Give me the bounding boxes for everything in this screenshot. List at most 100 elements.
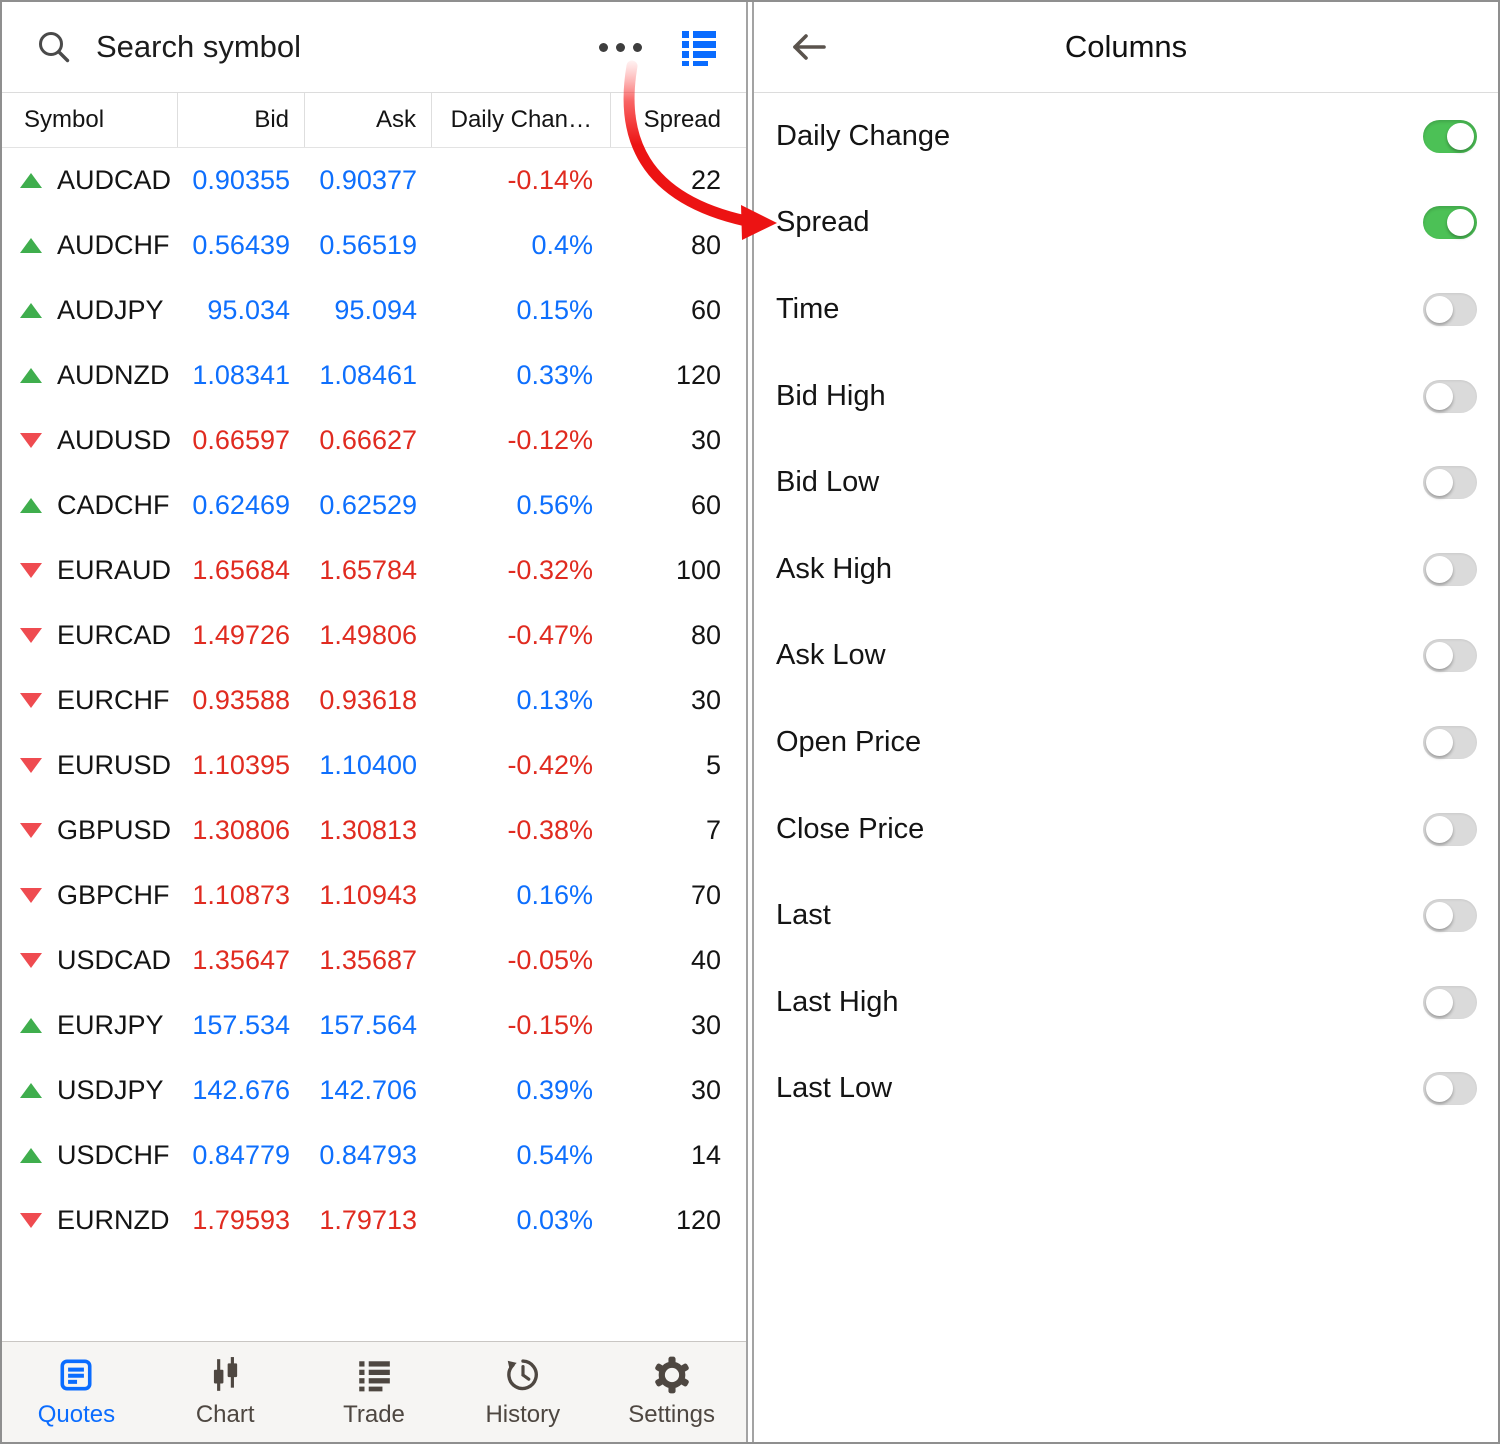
daily-change-value: -0.38%: [432, 815, 611, 846]
nav-item-settings[interactable]: Settings: [597, 1342, 746, 1442]
toggle-spread[interactable]: [1423, 206, 1477, 239]
quote-row-usdcad[interactable]: USDCAD1.356471.35687-0.05%40: [2, 928, 746, 993]
spread-value: 14: [611, 1140, 746, 1171]
daily-change-value: -0.32%: [432, 555, 611, 586]
quote-row-euraud[interactable]: EURAUD1.656841.65784-0.32%100: [2, 538, 746, 603]
toggle-bid-high[interactable]: [1423, 380, 1477, 413]
toggle-ask-high[interactable]: [1423, 553, 1477, 586]
bid-value: 1.30806: [178, 815, 305, 846]
column-option-last-high[interactable]: Last High: [754, 959, 1498, 1046]
column-option-bid-high[interactable]: Bid High: [754, 353, 1498, 440]
bid-value: 0.90355: [178, 165, 305, 196]
column-header-bid: Bid: [178, 93, 305, 147]
option-label: Last: [776, 899, 831, 932]
column-option-ask-high[interactable]: Ask High: [754, 526, 1498, 613]
daily-change-value: 0.54%: [432, 1140, 611, 1171]
daily-change-value: -0.12%: [432, 425, 611, 456]
column-option-ask-low[interactable]: Ask Low: [754, 613, 1498, 700]
symbol-name: GBPCHF: [57, 880, 170, 911]
page-title: Columns: [754, 29, 1498, 65]
ask-value: 0.90377: [305, 165, 432, 196]
nav-item-chart[interactable]: Chart: [151, 1342, 300, 1442]
ask-value: 1.10943: [305, 880, 432, 911]
ask-value: 1.49806: [305, 620, 432, 651]
quote-row-eurusd[interactable]: EURUSD1.103951.10400-0.42%5: [2, 733, 746, 798]
column-option-bid-low[interactable]: Bid Low: [754, 439, 1498, 526]
more-options-icon[interactable]: [589, 33, 652, 62]
column-option-time[interactable]: Time: [754, 266, 1498, 353]
nav-item-history[interactable]: History: [448, 1342, 597, 1442]
quote-row-eurchf[interactable]: EURCHF0.935880.936180.13%30: [2, 668, 746, 733]
daily-change-value: 0.16%: [432, 880, 611, 911]
column-header-ask: Ask: [305, 93, 432, 147]
toggle-last[interactable]: [1423, 899, 1477, 932]
trend-down-icon: [20, 628, 42, 643]
spread-value: 120: [611, 360, 746, 391]
quote-row-eurcad[interactable]: EURCAD1.497261.49806-0.47%80: [2, 603, 746, 668]
daily-change-value: -0.42%: [432, 750, 611, 781]
quote-row-cadchf[interactable]: CADCHF0.624690.625290.56%60: [2, 473, 746, 538]
toggle-time[interactable]: [1423, 293, 1477, 326]
daily-change-value: 0.4%: [432, 230, 611, 261]
toggle-bid-low[interactable]: [1423, 466, 1477, 499]
quote-row-audusd[interactable]: AUDUSD0.665970.66627-0.12%30: [2, 408, 746, 473]
column-option-spread[interactable]: Spread: [754, 180, 1498, 267]
toggle-daily-change[interactable]: [1423, 120, 1477, 153]
toggle-ask-low[interactable]: [1423, 639, 1477, 672]
column-header-daily-chan: Daily Chan…: [432, 93, 611, 147]
quote-row-audjpy[interactable]: AUDJPY95.03495.0940.15%60: [2, 278, 746, 343]
quote-row-eurjpy[interactable]: EURJPY157.534157.564-0.15%30: [2, 993, 746, 1058]
quote-row-usdchf[interactable]: USDCHF0.847790.847930.54%14: [2, 1123, 746, 1188]
column-option-last[interactable]: Last: [754, 872, 1498, 959]
list-view-icon[interactable]: [678, 24, 720, 70]
quote-row-audcad[interactable]: AUDCAD0.903550.90377-0.14%22: [2, 148, 746, 213]
toggle-knob: [1426, 989, 1453, 1016]
chart-icon: [206, 1355, 244, 1395]
settings-icon: [652, 1355, 692, 1395]
quote-row-audnzd[interactable]: AUDNZD1.083411.084610.33%120: [2, 343, 746, 408]
spread-value: 100: [611, 555, 746, 586]
nav-item-trade[interactable]: Trade: [300, 1342, 449, 1442]
toggle-knob: [1426, 383, 1453, 410]
trend-down-icon: [20, 823, 42, 838]
symbol-name: EURCHF: [57, 685, 170, 716]
daily-change-value: 0.03%: [432, 1205, 611, 1236]
trend-down-icon: [20, 693, 42, 708]
columns-panel: Columns Daily ChangeSpreadTimeBid HighBi…: [752, 2, 1498, 1442]
symbol-name: USDCAD: [57, 945, 171, 976]
quote-row-gbpusd[interactable]: GBPUSD1.308061.30813-0.38%7: [2, 798, 746, 863]
quote-row-eurnzd[interactable]: EURNZD1.795931.797130.03%120: [2, 1188, 746, 1253]
symbol-name: USDCHF: [57, 1140, 170, 1171]
daily-change-value: 0.39%: [432, 1075, 611, 1106]
quote-row-audchf[interactable]: AUDCHF0.564390.565190.4%80: [2, 213, 746, 278]
trend-down-icon: [20, 758, 42, 773]
toggle-close-price[interactable]: [1423, 813, 1477, 846]
toggle-last-low[interactable]: [1423, 1072, 1477, 1105]
trend-down-icon: [20, 563, 42, 578]
column-option-close-price[interactable]: Close Price: [754, 786, 1498, 873]
symbol-name: EURJPY: [57, 1010, 164, 1041]
daily-change-value: -0.47%: [432, 620, 611, 651]
symbol-name: GBPUSD: [57, 815, 171, 846]
symbol-name: AUDNZD: [57, 360, 170, 391]
quote-row-usdjpy[interactable]: USDJPY142.676142.7060.39%30: [2, 1058, 746, 1123]
quote-row-gbpchf[interactable]: GBPCHF1.108731.109430.16%70: [2, 863, 746, 928]
bid-value: 1.49726: [178, 620, 305, 651]
column-option-daily-change[interactable]: Daily Change: [754, 93, 1498, 180]
bid-value: 1.35647: [178, 945, 305, 976]
column-option-open-price[interactable]: Open Price: [754, 699, 1498, 786]
column-option-last-low[interactable]: Last Low: [754, 1046, 1498, 1133]
search-input[interactable]: Search symbol: [2, 2, 589, 92]
dot: [633, 43, 642, 52]
spread-value: 80: [611, 230, 746, 261]
toggle-knob: [1426, 729, 1453, 756]
nav-item-quotes[interactable]: Quotes: [2, 1342, 151, 1442]
toggle-last-high[interactable]: [1423, 986, 1477, 1019]
toggle-open-price[interactable]: [1423, 726, 1477, 759]
daily-change-value: -0.15%: [432, 1010, 611, 1041]
back-arrow-icon[interactable]: [788, 2, 828, 92]
nav-label: Settings: [628, 1401, 715, 1429]
trend-down-icon: [20, 888, 42, 903]
spread-value: 5: [611, 750, 746, 781]
toggle-knob: [1426, 816, 1453, 843]
